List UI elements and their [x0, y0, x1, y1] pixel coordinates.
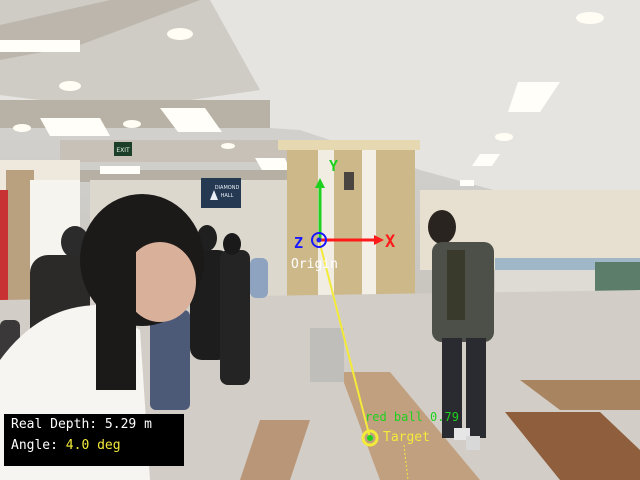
y-axis-label: Y	[329, 157, 339, 175]
angle-readout: Angle: 4.0 deg	[11, 438, 121, 453]
camera-frame: EXIT DIAMOND HALL X Y Z Origin red ball …	[0, 0, 640, 480]
target-label: Target	[383, 430, 430, 445]
target-dot	[367, 435, 373, 441]
x-axis-label: X	[385, 232, 396, 252]
origin-label: Origin	[291, 257, 338, 272]
ground-marker-line	[403, 444, 409, 480]
overlay-layer	[311, 178, 409, 480]
y-axis-arrow-icon	[315, 178, 325, 188]
x-axis-arrow-icon	[374, 235, 384, 245]
z-axis-label: Z	[294, 234, 304, 252]
z-axis-origin-dot	[316, 237, 322, 243]
depth-readout: Real Depth: 5.29 m	[11, 417, 152, 432]
detection-label: red ball 0.79	[365, 410, 459, 424]
info-panel: Real Depth: 5.29 m Angle: 4.0 deg	[4, 414, 184, 466]
